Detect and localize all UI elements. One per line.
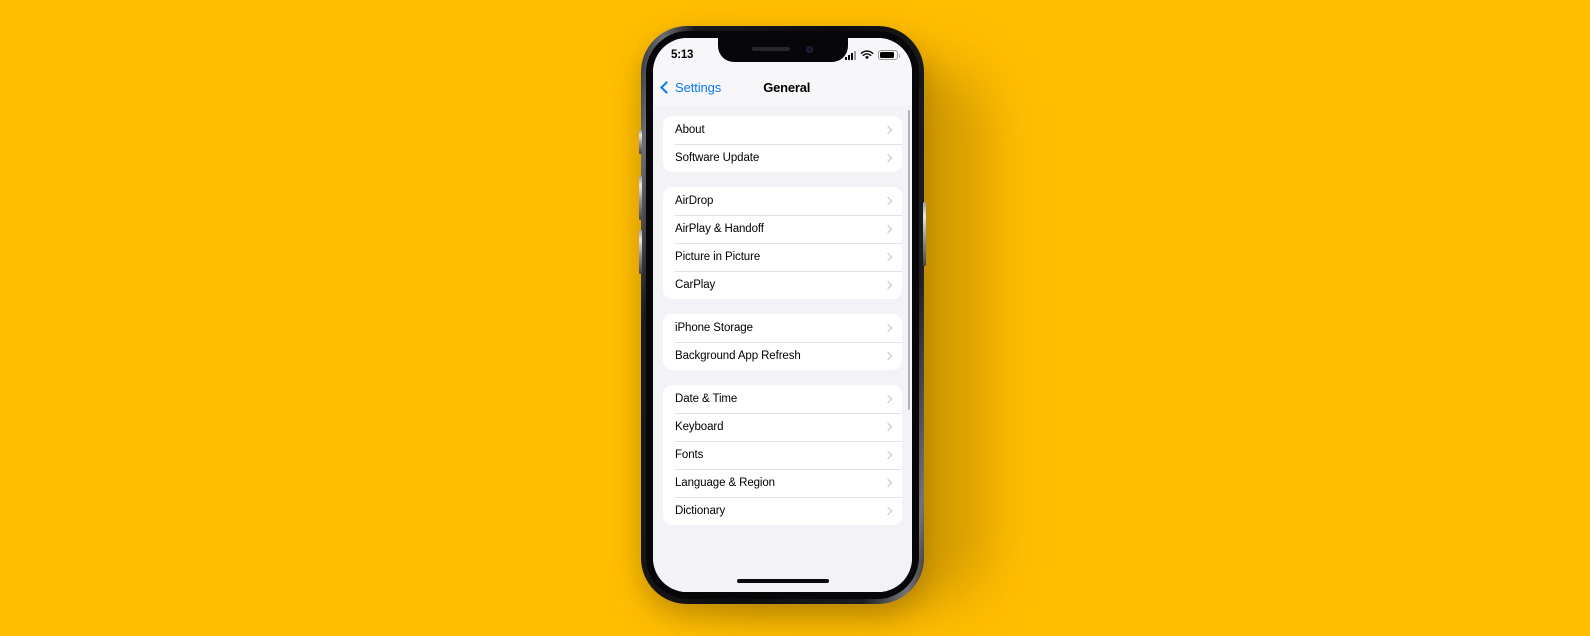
settings-scroll-view[interactable]: About Software Update AirDrop AirPlay & Han… [653,106,912,592]
settings-row[interactable]: Background App Refresh [663,342,902,370]
chevron-right-icon [883,506,893,516]
earpiece-speaker [752,47,790,51]
settings-row[interactable]: iPhone Storage [663,314,902,342]
chevron-right-icon [883,450,893,460]
chevron-right-icon [883,394,893,404]
power-button[interactable] [923,202,926,266]
battery-icon [878,50,900,60]
home-indicator[interactable] [736,579,829,583]
chevron-right-icon [883,224,893,234]
settings-row-label: Picture in Picture [675,251,761,263]
settings-row[interactable]: Language & Region [663,469,902,497]
settings-row[interactable]: Fonts [663,441,902,469]
display-notch [717,38,848,62]
chevron-right-icon [883,196,893,206]
chevron-right-icon [883,478,893,488]
status-bar-indicators [845,49,900,61]
vertical-scrollbar[interactable] [908,110,910,410]
group-info: About Software Update [663,116,902,172]
front-camera-icon [806,45,813,53]
settings-row[interactable]: CarPlay [663,271,902,299]
settings-row[interactable]: Picture in Picture [663,243,902,271]
group-storage: iPhone Storage Background App Refresh [663,314,902,370]
chevron-right-icon [883,125,893,135]
iphone-device-frame: 5:13 Settings General About Software Upd… [639,26,926,604]
volume-up-button[interactable] [639,176,642,220]
wifi-icon [860,49,874,59]
settings-row-label: Fonts [675,449,704,461]
chevron-right-icon [883,280,893,290]
chevron-right-icon [883,252,893,262]
page-canvas: 5:13 Settings General About Software Upd… [0,0,1590,636]
volume-down-button[interactable] [639,230,642,274]
settings-row[interactable]: Keyboard [663,413,902,441]
device-screen: 5:13 Settings General About Software Upd… [653,38,912,592]
home-indicator-area [653,570,912,592]
settings-row-label: Keyboard [675,421,724,433]
settings-row[interactable]: AirPlay & Handoff [663,215,902,243]
settings-row[interactable]: AirDrop [663,187,902,215]
settings-row-label: Background App Refresh [675,350,801,362]
chevron-right-icon [883,422,893,432]
settings-row-label: Language & Region [675,477,775,489]
mute-switch[interactable] [639,130,642,154]
group-locale: Date & Time Keyboard Fonts Language & Regio… [663,385,902,525]
chevron-right-icon [883,323,893,333]
settings-row-label: AirDrop [675,195,714,207]
settings-row[interactable]: About [663,116,902,144]
back-button[interactable]: Settings [660,79,722,95]
settings-row-label: About [675,124,705,136]
settings-row-label: Date & Time [675,393,738,405]
page-title: General [763,79,811,95]
settings-row-label: Dictionary [675,505,726,517]
group-connectivity: AirDrop AirPlay & Handoff Picture in Pictu… [663,187,902,299]
settings-row-label: AirPlay & Handoff [675,223,764,235]
settings-row-label: CarPlay [675,279,716,291]
chevron-left-icon [660,80,673,94]
status-bar-time: 5:13 [671,49,694,61]
signal-bars-icon [845,50,856,60]
navigation-bar: Settings General [653,68,912,106]
back-button-label: Settings [675,79,722,95]
settings-row-label: Software Update [675,152,760,164]
chevron-right-icon [883,351,893,361]
settings-row[interactable]: Date & Time [663,385,902,413]
settings-row[interactable]: Software Update [663,144,902,172]
settings-row-label: iPhone Storage [675,322,753,334]
settings-groups: About Software Update AirDrop AirPlay & Han… [653,116,912,525]
chevron-right-icon [883,153,893,163]
settings-row[interactable]: Dictionary [663,497,902,525]
